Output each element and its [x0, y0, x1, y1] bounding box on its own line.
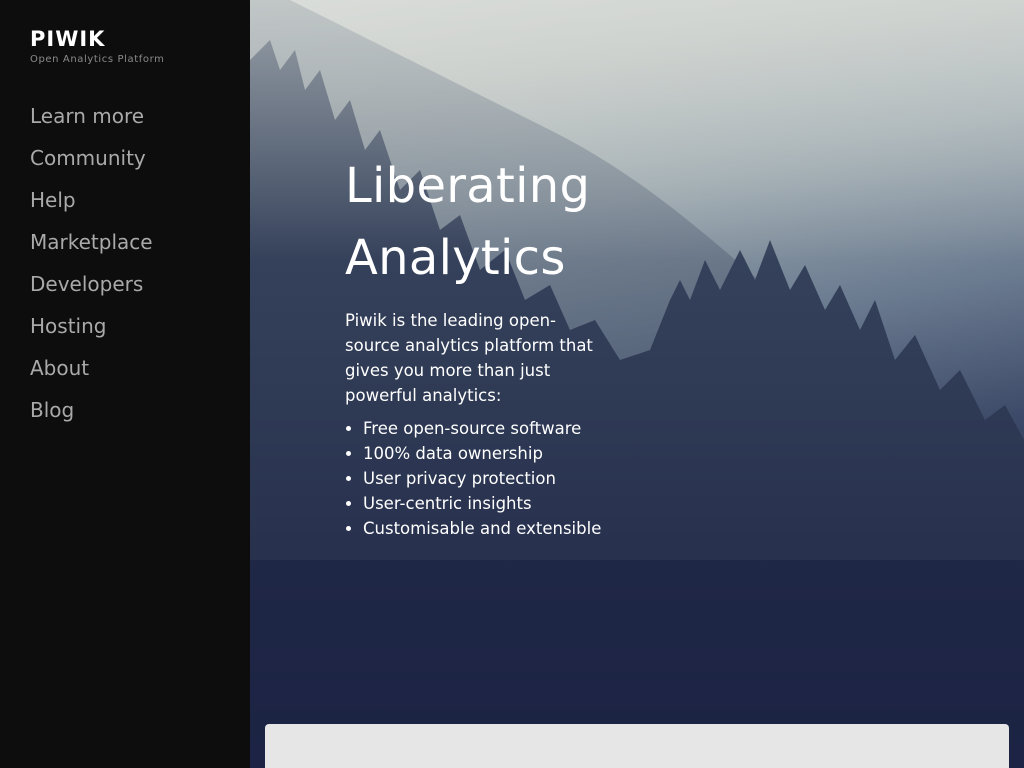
- sidebar: PIWIK Open Analytics Platform Learn more…: [0, 0, 250, 768]
- hero-section: Liberating Analytics Piwik is the leadin…: [250, 0, 1024, 768]
- nav-item-learn-more[interactable]: Learn more: [30, 100, 153, 142]
- feature-item: 100% data ownership: [363, 441, 607, 466]
- feature-item: User-centric insights: [363, 491, 607, 516]
- nav-item-blog[interactable]: Blog: [30, 394, 153, 436]
- content-panel: [265, 724, 1009, 768]
- nav-item-about[interactable]: About: [30, 352, 153, 394]
- piwik-logo[interactable]: PIWIK: [30, 28, 105, 50]
- feature-item: Free open-source software: [363, 416, 607, 441]
- nav-item-developers[interactable]: Developers: [30, 268, 153, 310]
- main-nav: Learn more Community Help Marketplace De…: [30, 100, 153, 436]
- feature-list: Free open-source software 100% data owne…: [345, 416, 607, 541]
- logo-tagline: Open Analytics Platform: [30, 54, 165, 65]
- nav-item-community[interactable]: Community: [30, 142, 153, 184]
- headline-line-1: Liberating: [345, 158, 591, 214]
- page: PIWIK Open Analytics Platform Learn more…: [0, 0, 1024, 768]
- hero-headline: Liberating Analytics: [345, 150, 605, 294]
- headline-line-2: Analytics: [345, 230, 566, 286]
- nav-item-help[interactable]: Help: [30, 184, 153, 226]
- nav-item-hosting[interactable]: Hosting: [30, 310, 153, 352]
- feature-item: Customisable and extensible: [363, 516, 607, 541]
- nav-item-marketplace[interactable]: Marketplace: [30, 226, 153, 268]
- hero-content: Liberating Analytics Piwik is the leadin…: [345, 150, 605, 541]
- hero-intro: Piwik is the leading open-source analyti…: [345, 311, 593, 405]
- feature-item: User privacy protection: [363, 466, 607, 491]
